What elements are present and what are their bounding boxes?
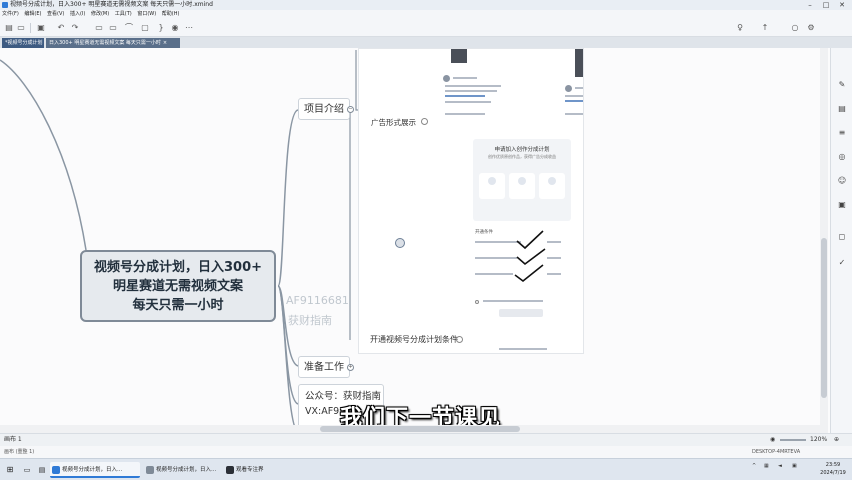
tray-network-icon[interactable]: ▦ [764,463,769,469]
collapse-toggle-icon[interactable]: − [347,106,354,113]
central-topic-line: 视频号分成计划，日入300+ [93,259,263,275]
start-menu-icon[interactable]: ⊞ [4,462,16,478]
feed-thumbnail [451,49,467,63]
central-topic-line: 明星赛道无需视频文案 [112,278,243,294]
text-line [453,77,477,79]
taskbar-xmind-window[interactable]: 视频号分成计划，日入... [50,462,140,478]
horizontal-scroll-thumb[interactable] [320,426,520,432]
taskbar-focus-app[interactable]: 观看专注界 [224,462,278,478]
sticker-icon[interactable]: ☺ [837,176,847,186]
feed-thumbnail [575,49,583,77]
avatar [565,85,572,92]
right-panel-dock: ✎ ▤ ≡ ◎ ☺ ▣ ◻ ✓ [830,48,852,433]
ad-display-caption: 广告形式展示 [369,117,418,128]
task-label: 视频号分成计划，日入... [62,467,123,473]
vertical-scroll-thumb[interactable] [821,238,827,398]
central-topic[interactable]: 视频号分成计划，日入300+ 明星赛道无需视频文案 每天只需一小时 [80,250,276,322]
text-line [565,100,583,102]
phone-screenshot: 申请加入创作分成计划 创作优质原创作品，获得广告分成收益 开通条件 [469,133,577,353]
sheet-tab[interactable]: 画布 (重整 1) [4,446,34,458]
system-clock[interactable]: 23:59 2024/7/19 [816,461,850,477]
expand-toggle-icon[interactable]: + [347,364,354,371]
xmind-window: 视频号分成计划，日入300+ 明星赛道无需视频文案 每天只需一小时.xmind … [0,0,852,480]
comment-icon[interactable]: ◻ [837,232,847,242]
task-label: 视频号分成计划，日入... [156,467,217,473]
check-mark-icon [516,230,544,250]
central-topic-line: 每天只需一小时 [132,297,224,313]
taskbar-xmind-window-2[interactable]: 视频号分成计划，日入... [144,462,222,478]
image-icon[interactable]: ▣ [837,200,847,210]
apply-button [499,309,543,317]
agreement-row [475,299,481,304]
xmind-app-icon [146,466,154,474]
task-icon[interactable]: ✓ [837,258,847,268]
watermark-id: AF9116681 [286,294,349,307]
caption-link-icon [421,118,428,125]
embedded-screenshot-image[interactable]: 广告形式展示 申请加入创作分成计划 创作优质原创作品，获得广告分成收益 开通条件 [358,48,584,354]
status-bar-secondary: 画布 (重整 1) DESKTOP-4MRTEVA [0,446,852,458]
topic-label: 项目介绍 [304,104,344,115]
feed-card-right [479,49,583,131]
agreement-text [483,300,543,302]
task-label: 观看专注界 [236,467,264,473]
check-mark-icon [516,248,546,266]
zoom-slider[interactable] [780,439,806,441]
computer-name: DESKTOP-4MRTEVA [752,449,801,455]
left-branch-line [0,59,87,251]
tray-input-icon[interactable]: ▣ [792,463,797,469]
caption-link-icon [456,336,463,343]
text-line [565,113,583,115]
agreement-radio-icon [475,300,479,304]
mouse-cursor-icon [395,238,405,248]
fit-to-window-icon[interactable]: ⊕ [834,434,839,446]
focus-app-icon [226,466,234,474]
watermark-name: 获财指南 [288,314,332,327]
avatar [443,75,450,82]
marker-panel-icon[interactable]: ◎ [837,152,847,162]
topic-project-intro[interactable]: 项目介绍 [298,98,350,120]
eye-icon[interactable]: ◉ [770,434,775,446]
task-view-icon[interactable]: ▭ [20,462,34,478]
conditions-caption: 开通视频号分成计划条件 [368,334,460,345]
horizontal-scrollbar[interactable] [0,425,820,433]
xmind-app-icon [52,466,60,474]
footnote-text [499,348,547,350]
tray-chevron-icon[interactable]: ^ [752,463,756,469]
check-mark-icon [514,264,544,283]
status-bar: 画布 1 ◉ 120% ⊕ [0,433,852,446]
branch-line-intro [277,109,299,287]
notes-icon[interactable]: ▤ [837,104,847,114]
text-line [565,95,583,97]
windows-taskbar: ⊞ ▭ ▤ 视频号分成计划，日入... 视频号分成计划，日入... 观看专注界 … [0,458,852,480]
branch-line-extra [277,285,299,433]
zoom-level[interactable]: 120% [810,434,827,446]
clock-date: 2024/7/19 [820,470,846,476]
file-explorer-icon[interactable]: ▤ [36,462,48,478]
topic-label: 准备工作 [304,362,344,373]
text-line [575,87,583,89]
sheet-label[interactable]: 画布 1 [4,434,22,446]
vertical-scrollbar[interactable] [820,48,828,433]
tray-volume-icon[interactable]: ◄ [778,463,782,469]
outline-icon[interactable]: ≡ [837,128,847,138]
topic-preparation[interactable]: 准备工作 [298,356,350,378]
format-brush-icon[interactable]: ✎ [837,80,847,90]
clock-time: 23:59 [825,462,841,468]
handwritten-checkmarks [514,230,546,283]
